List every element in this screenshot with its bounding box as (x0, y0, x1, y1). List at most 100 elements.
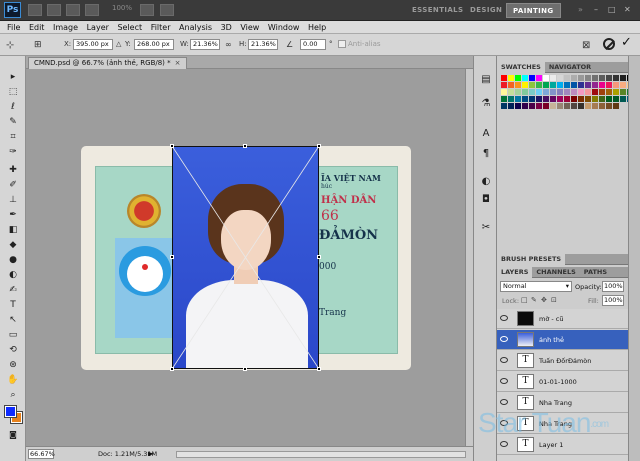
swatch[interactable] (543, 75, 549, 81)
transform-handle-left[interactable] (170, 255, 174, 259)
commit-transform-icon[interactable]: ✓ (621, 35, 632, 50)
workspace-essentials[interactable]: ESSENTIALS (406, 3, 470, 18)
crop-tool-icon[interactable]: ⌗ (6, 132, 20, 143)
adjustments-panel-icon[interactable]: ◐ (480, 176, 492, 188)
menu-view[interactable]: View (237, 21, 262, 34)
bridge-icon[interactable] (28, 4, 42, 16)
workspace-design[interactable]: DESIGN (464, 3, 508, 18)
layer-row[interactable]: ảnh thẻ (497, 330, 628, 350)
swatch[interactable] (578, 75, 584, 81)
swatch[interactable] (592, 103, 598, 109)
swatch[interactable] (536, 82, 542, 88)
swatch[interactable] (613, 75, 619, 81)
swatch[interactable] (501, 89, 507, 95)
swatch[interactable] (613, 82, 619, 88)
swatch[interactable] (529, 96, 535, 102)
canvas-vertical-scrollbar[interactable] (465, 69, 473, 446)
swatch[interactable] (508, 82, 514, 88)
swatch[interactable] (606, 103, 612, 109)
quick-mask-icon[interactable]: ◙ (6, 429, 20, 440)
swatch[interactable] (543, 103, 549, 109)
swatch[interactable] (550, 96, 556, 102)
swatch[interactable] (543, 96, 549, 102)
menu-3d[interactable]: 3D (218, 21, 235, 34)
guides-icon[interactable] (66, 4, 80, 16)
swatch[interactable] (592, 89, 598, 95)
swatch[interactable] (571, 103, 577, 109)
layer-row[interactable]: T Tuấn ĐốrĐảmòn (497, 351, 628, 371)
swatch[interactable] (592, 75, 598, 81)
swatch[interactable] (557, 103, 563, 109)
tab-swatches[interactable]: SWATCHES (497, 62, 545, 73)
swatch[interactable] (620, 96, 626, 102)
foreground-color-swatch[interactable] (4, 405, 17, 418)
swatch[interactable] (522, 96, 528, 102)
transform-handle-bottom[interactable] (243, 367, 247, 371)
swatch[interactable] (613, 103, 619, 109)
history-panel-icon[interactable]: ▤ (480, 74, 492, 86)
masks-panel-icon[interactable]: ◘ (480, 194, 492, 206)
swatch[interactable] (585, 103, 591, 109)
swatch[interactable] (529, 89, 535, 95)
lasso-tool-icon[interactable]: ℓ (6, 102, 20, 113)
menu-file[interactable]: File (4, 21, 23, 34)
swatch[interactable] (620, 82, 626, 88)
width-field[interactable]: 21.36% (190, 39, 220, 50)
paragraph-panel-icon[interactable]: ¶ (480, 148, 492, 160)
character-panel-icon[interactable]: A (480, 128, 492, 140)
lock-all-icon[interactable]: ⊡ (551, 296, 557, 304)
menu-analysis[interactable]: Analysis (176, 21, 215, 34)
swatch[interactable] (515, 75, 521, 81)
swatch[interactable] (515, 103, 521, 109)
tab-paths[interactable]: PATHS (580, 267, 611, 278)
visibility-eye-icon[interactable] (500, 378, 508, 384)
arrange-documents-icon[interactable] (140, 4, 154, 16)
swatch[interactable] (536, 96, 542, 102)
status-zoom-field[interactable]: 66.67% (28, 449, 55, 459)
eyedropper-tool-icon[interactable]: ✑ (6, 147, 20, 158)
swatch[interactable] (501, 96, 507, 102)
transform-handle-top-right[interactable] (317, 144, 321, 148)
layer-row[interactable]: T 01-01-1000 (497, 372, 628, 392)
swatch[interactable] (515, 82, 521, 88)
history-brush-icon[interactable]: ✒ (6, 210, 20, 221)
swatch[interactable] (522, 89, 528, 95)
visibility-eye-icon[interactable] (500, 399, 508, 405)
swatch[interactable] (529, 75, 535, 81)
workspace-painting[interactable]: PAINTING (506, 3, 561, 18)
swatch[interactable] (592, 96, 598, 102)
swatch[interactable] (550, 103, 556, 109)
swatch[interactable] (543, 82, 549, 88)
hand-tool-icon[interactable]: ✋ (6, 375, 20, 386)
3d-orbit-icon[interactable]: ⊛ (6, 360, 20, 371)
swatch[interactable] (508, 103, 514, 109)
maximize-button[interactable]: □ (608, 5, 616, 14)
swatch[interactable] (536, 89, 542, 95)
warp-mode-icon[interactable]: ⊠ (582, 40, 590, 51)
swatch[interactable] (564, 89, 570, 95)
workspace-more-icon[interactable]: » (578, 5, 583, 14)
swatch[interactable] (620, 89, 626, 95)
tab-navigator[interactable]: NAVIGATOR (545, 62, 595, 73)
swatch[interactable] (578, 103, 584, 109)
free-transform-box[interactable] (171, 145, 320, 370)
antialias-checkbox[interactable] (338, 40, 346, 48)
menu-select[interactable]: Select (114, 21, 145, 34)
type-tool-icon[interactable]: T (6, 300, 20, 311)
document-tab[interactable]: CMND.psd @ 66.7% (ảnh thẻ, RGB/8) * × (28, 57, 187, 69)
swatch[interactable] (585, 96, 591, 102)
document-tab-close-icon[interactable]: × (175, 59, 181, 67)
tab-channels[interactable]: CHANNELS (532, 267, 579, 278)
menu-filter[interactable]: Filter (148, 21, 174, 34)
swatch[interactable] (501, 82, 507, 88)
swatch[interactable] (578, 82, 584, 88)
pen-tool-icon[interactable]: ✍ (6, 285, 20, 296)
tab-brush-presets[interactable]: BRUSH PRESETS (497, 254, 566, 265)
menu-layer[interactable]: Layer (84, 21, 112, 34)
swatch[interactable] (564, 82, 570, 88)
swatch[interactable] (620, 75, 626, 81)
swatch[interactable] (599, 103, 605, 109)
swatch[interactable] (536, 75, 542, 81)
menu-edit[interactable]: Edit (26, 21, 48, 34)
swatch[interactable] (550, 75, 556, 81)
